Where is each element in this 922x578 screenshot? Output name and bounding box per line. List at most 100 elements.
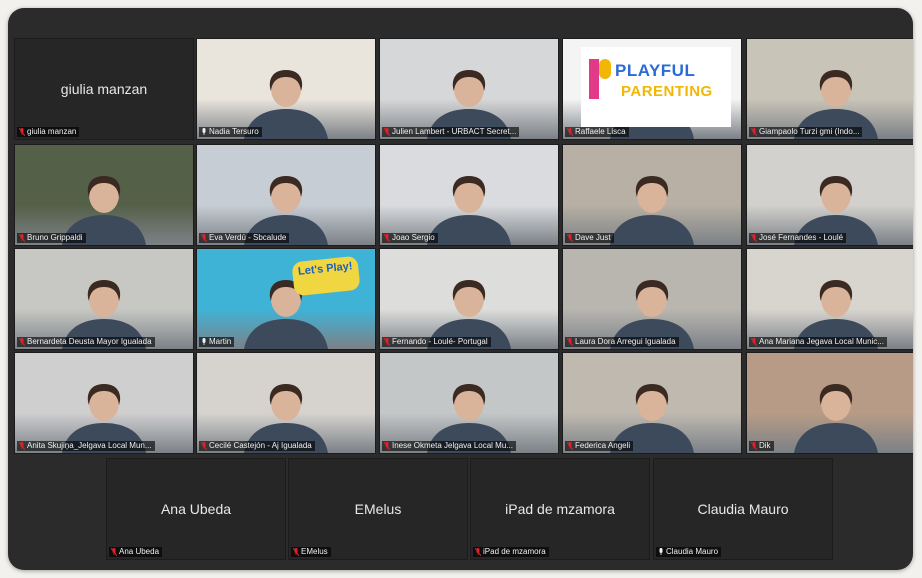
participant-name: Dave Just bbox=[575, 233, 611, 242]
participant-tile[interactable]: Bernardeta Deusta Mayor Igualada bbox=[14, 248, 194, 350]
participant-name-label: Dave Just bbox=[565, 233, 614, 243]
participant-tile[interactable]: Claudia Mauro Claudia Mauro bbox=[653, 458, 833, 560]
mic-muted-icon bbox=[293, 548, 299, 556]
participant-name-label: iPad de mzamora bbox=[473, 547, 549, 557]
participant-video-silhouette bbox=[794, 384, 878, 453]
participant-name: Nadia Tersuro bbox=[209, 127, 259, 136]
participant-tile[interactable]: Laura Dora Arregui Igualada bbox=[562, 248, 742, 350]
mic-muted-icon bbox=[201, 234, 207, 242]
participant-name: Martin bbox=[209, 337, 232, 346]
mic-muted-icon bbox=[19, 234, 25, 242]
participant-name: Joao Sergio bbox=[392, 233, 435, 242]
participant-name: EMelus bbox=[301, 547, 328, 556]
mic-muted-icon bbox=[384, 338, 390, 346]
mic-muted-icon bbox=[567, 128, 573, 136]
participant-name-label: Ana Ubeda bbox=[109, 547, 163, 557]
participant-name-label: Dik bbox=[749, 441, 774, 451]
participant-name: Laura Dora Arregui Igualada bbox=[575, 337, 676, 346]
mic-muted-icon bbox=[751, 442, 757, 450]
banner-line-2: PARENTING bbox=[621, 83, 713, 100]
participant-name: Claudia Mauro bbox=[666, 547, 719, 556]
mic-muted-icon bbox=[751, 338, 757, 346]
participant-name: Giampaolo Turzi gmi (Indo... bbox=[759, 127, 860, 136]
mic-muted-icon bbox=[19, 128, 25, 136]
participant-tile[interactable]: giulia manzan giulia manzan bbox=[14, 38, 194, 140]
participant-name: Anita Skujiņa_Jelgava Local Mun... bbox=[27, 441, 152, 450]
participant-name-label: Giampaolo Turzi gmi (Indo... bbox=[749, 127, 863, 137]
participant-name-label: José Fernandes - Loulé bbox=[749, 233, 847, 243]
participant-name: Raffaele Lisca bbox=[575, 127, 626, 136]
mic-muted-icon bbox=[567, 234, 573, 242]
participant-name: iPad de mzamora bbox=[483, 547, 546, 556]
mic-muted-icon bbox=[475, 548, 481, 556]
participant-tile[interactable]: Federica Angeli bbox=[562, 352, 742, 454]
participant-tile[interactable]: Ana Ubeda Ana Ubeda bbox=[106, 458, 286, 560]
mic-muted-icon bbox=[19, 338, 25, 346]
mic-muted-icon bbox=[567, 442, 573, 450]
lets-play-sign: Let's Play! bbox=[291, 255, 361, 297]
mic-muted-icon bbox=[19, 442, 25, 450]
participant-tile[interactable]: Dave Just bbox=[562, 144, 742, 246]
participant-name-label: Bruno Grippaldi bbox=[17, 233, 86, 243]
participant-display-name: Claudia Mauro bbox=[697, 501, 789, 517]
participant-name-label: Claudia Mauro bbox=[656, 547, 722, 557]
participant-name: Federica Angeli bbox=[575, 441, 631, 450]
participant-name: Dik bbox=[759, 441, 771, 450]
participant-name: Cecilé Castejón - Aj Igualada bbox=[209, 441, 312, 450]
mic-muted-icon bbox=[111, 548, 117, 556]
participant-tile[interactable]: Cecilé Castejón - Aj Igualada bbox=[196, 352, 376, 454]
participant-display-name: Ana Ubeda bbox=[160, 501, 232, 517]
participant-name-label: Martin bbox=[199, 337, 235, 347]
participant-display-name: iPad de mzamora bbox=[505, 501, 615, 517]
participant-tile[interactable]: PLAYFUL PARENTING Raffaele Lisca bbox=[562, 38, 742, 140]
participant-name-label: Cecilé Castejón - Aj Igualada bbox=[199, 441, 315, 451]
participant-name-label: Federica Angeli bbox=[565, 441, 634, 451]
participant-name: Fernando - Loulé- Portugal bbox=[392, 337, 488, 346]
participant-name-label: giulia manzan bbox=[17, 127, 80, 137]
participant-tile[interactable]: José Fernandes - Loulé bbox=[746, 144, 913, 246]
participant-tile[interactable]: Julien Lambert - URBACT Secret... bbox=[379, 38, 559, 140]
participant-name-label: Anita Skujiņa_Jelgava Local Mun... bbox=[17, 441, 155, 451]
participant-name-label: Laura Dora Arregui Igualada bbox=[565, 337, 679, 347]
participant-name-label: Inese Okmeta Jelgava Local Mu... bbox=[382, 441, 516, 451]
mic-muted-icon bbox=[384, 234, 390, 242]
participant-name: Julien Lambert - URBACT Secret... bbox=[392, 127, 517, 136]
mic-muted-icon bbox=[751, 128, 757, 136]
participant-tile[interactable]: iPad de mzamora iPad de mzamora bbox=[470, 458, 650, 560]
participant-tile[interactable]: Let's Play! Martin bbox=[196, 248, 376, 350]
video-gallery: giulia manzan giulia manzan Nadia Tersuro J… bbox=[8, 8, 913, 570]
mic-muted-icon bbox=[384, 442, 390, 450]
participant-name: Ana Ubeda bbox=[119, 547, 160, 556]
participant-tile[interactable]: Inese Okmeta Jelgava Local Mu... bbox=[379, 352, 559, 454]
mic-icon bbox=[201, 128, 207, 136]
participant-tile[interactable]: Eva Verdú - Sbcalude bbox=[196, 144, 376, 246]
playful-parenting-banner: PLAYFUL PARENTING bbox=[581, 47, 731, 127]
participant-name: giulia manzan bbox=[27, 127, 77, 136]
participant-name: Inese Okmeta Jelgava Local Mu... bbox=[392, 441, 513, 450]
participant-tile[interactable]: Dik bbox=[746, 352, 913, 454]
participant-tile[interactable]: EMelus EMelus bbox=[288, 458, 468, 560]
participant-tile[interactable]: Fernando - Loulé- Portugal bbox=[379, 248, 559, 350]
participant-tile[interactable]: Ana Mariana Jegava Local Munic... bbox=[746, 248, 913, 350]
participant-name-label: Bernardeta Deusta Mayor Igualada bbox=[17, 337, 155, 347]
participant-tile[interactable]: Giampaolo Turzi gmi (Indo... bbox=[746, 38, 913, 140]
participant-name: Bruno Grippaldi bbox=[27, 233, 83, 242]
mic-muted-icon bbox=[201, 442, 207, 450]
participant-display-name: EMelus bbox=[354, 501, 402, 517]
participant-tile[interactable]: Anita Skujiņa_Jelgava Local Mun... bbox=[14, 352, 194, 454]
mic-muted-icon bbox=[567, 338, 573, 346]
participant-name: Eva Verdú - Sbcalude bbox=[209, 233, 287, 242]
participant-tile[interactable]: Joao Sergio bbox=[379, 144, 559, 246]
participant-tile[interactable]: Nadia Tersuro bbox=[196, 38, 376, 140]
participant-name-label: Joao Sergio bbox=[382, 233, 438, 243]
banner-line-1: PLAYFUL bbox=[615, 61, 696, 80]
mic-muted-icon bbox=[384, 128, 390, 136]
participant-name-label: Julien Lambert - URBACT Secret... bbox=[382, 127, 520, 137]
participant-video-silhouette bbox=[610, 176, 694, 245]
participant-name: José Fernandes - Loulé bbox=[759, 233, 844, 242]
mic-icon bbox=[201, 338, 207, 346]
participant-tile[interactable]: Bruno Grippaldi bbox=[14, 144, 194, 246]
participant-name-label: Nadia Tersuro bbox=[199, 127, 262, 137]
mic-icon bbox=[658, 548, 664, 556]
participant-display-name: giulia manzan bbox=[60, 81, 148, 97]
